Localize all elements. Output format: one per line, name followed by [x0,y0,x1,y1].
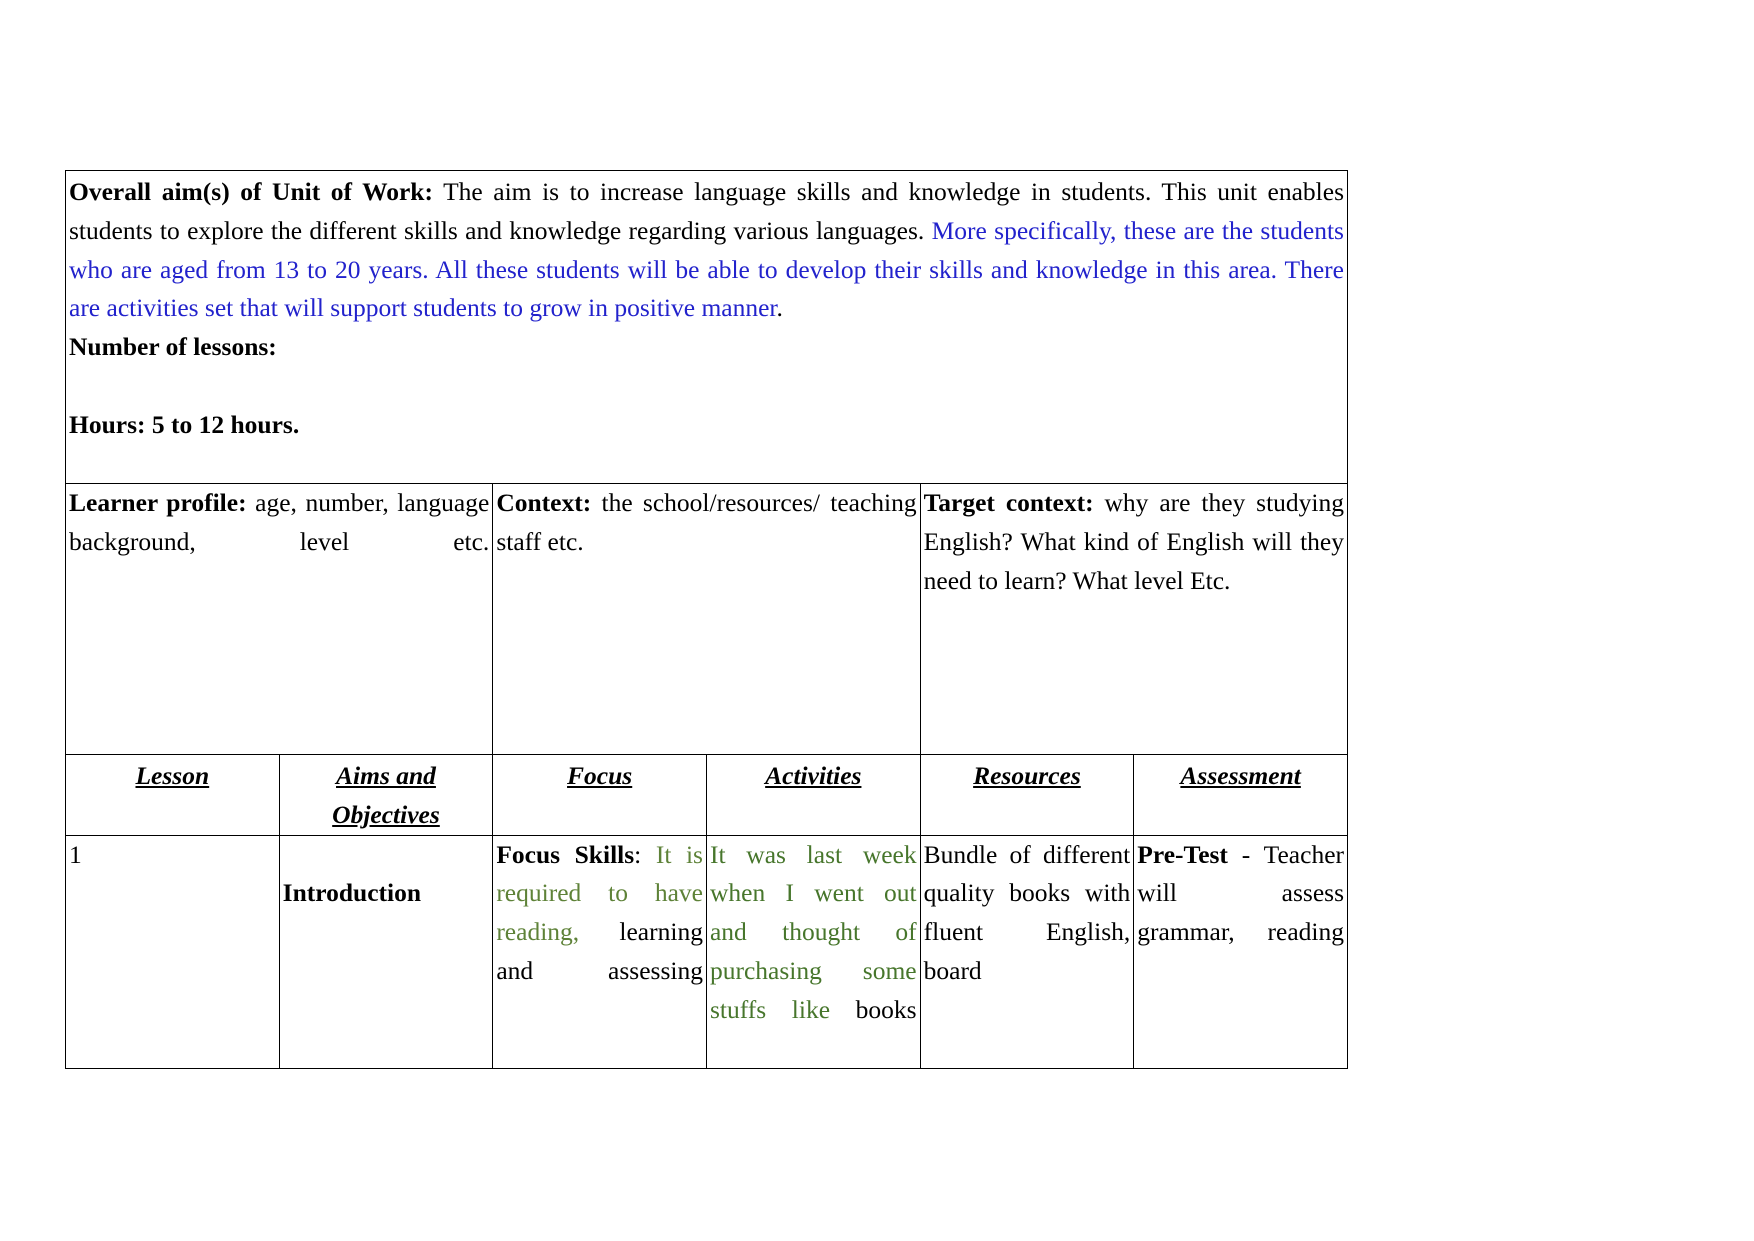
hours-label: Hours: 5 to 12 hours. [69,409,300,439]
overall-aims-cell: Overall aim(s) of Unit of Work: The aim … [65,170,1348,484]
blank-line-2 [69,444,1344,483]
header-cell-activities: Activities [705,754,921,836]
assessment-bold-label: Pre-Test [1137,839,1228,869]
header-cell-resources: Resources [919,754,1135,836]
header-label-aims-line2: Objectives [332,799,440,829]
aims-row: Overall aim(s) of Unit of Work: The aim … [65,170,1348,484]
learner-profile-heading: Learner profile: [69,488,247,517]
cell-resources: Bundle of different quality books with f… [919,834,1135,1069]
cell-assessment: Pre-Test - Teacher will assess grammar, … [1133,834,1348,1069]
target-context-cell: Target context: why are they studying En… [919,483,1349,755]
overall-aims-heading: Overall aim(s) of Unit of Work: [69,177,433,206]
header-label-focus: Focus [567,761,633,790]
resources-text: Bundle of different quality books with f… [923,839,1131,985]
header-cell-aims-objectives: Aims and Objectives [278,754,494,836]
header-cell-lesson: Lesson [65,754,280,836]
header-label-lesson: Lesson [135,761,210,790]
focus-paragraph: Focus Skills: It is required to have rea… [496,836,703,1030]
cell-lesson-number: 1 [65,834,280,1069]
activities-paragraph: It was last week when I went out and tho… [710,836,917,1069]
cell-activities: It was last week when I went out and tho… [705,834,921,1069]
lesson-plan-document: Overall aim(s) of Unit of Work: The aim … [64,170,1349,1069]
context-cell: Context: the school/resources/ teaching … [492,483,921,755]
table-header-row: Lesson Aims and Objectives Focus Activit… [65,754,1348,836]
cell-focus: Focus Skills: It is required to have rea… [492,834,707,1069]
table-row: 1 Introduction Focus Skills: It is requi… [65,834,1348,1069]
document-page: Overall aim(s) of Unit of Work: The aim … [0,0,1754,1241]
lesson-plan-table: Overall aim(s) of Unit of Work: The aim … [64,170,1349,1069]
number-of-lessons-label: Number of lessons: [69,332,277,361]
header-label-assessment: Assessment [1180,761,1301,790]
target-context-heading: Target context: [923,488,1094,517]
overall-aims-paragraph: Overall aim(s) of Unit of Work: The aim … [69,173,1344,328]
header-label-resources: Resources [973,761,1081,790]
hours-paragraph: Hours: 5 to 12 hours. [69,406,1344,445]
header-cell-focus: Focus [492,754,707,836]
target-context-paragraph: Target context: why are they studying En… [924,484,1344,600]
assessment-paragraph: Pre-Test - Teacher will assess grammar, … [1137,836,1344,991]
header-label-aims-line1: Aims and [336,761,436,790]
activities-black-text: books [830,994,917,1024]
learner-profile-cell: Learner profile: age, number, language b… [64,483,494,755]
context-paragraph: Context: the school/resources/ teaching … [496,484,916,562]
profile-row: Learner profile: age, number, language b… [64,483,1349,755]
focus-skills-label: Focus Skills [496,839,635,869]
lesson-number-value: 1 [69,839,82,869]
number-of-lessons-paragraph: Number of lessons: [69,328,1344,367]
header-cell-assessment: Assessment [1133,754,1348,836]
cell-aims-objectives: Introduction [278,834,494,1069]
header-label-activities: Activities [765,761,862,790]
learner-profile-paragraph: Learner profile: age, number, language b… [69,484,489,600]
context-heading: Context: [496,488,592,517]
aims-objectives-value: Introduction [282,877,422,907]
overall-aims-text-black-2: . [776,293,783,323]
